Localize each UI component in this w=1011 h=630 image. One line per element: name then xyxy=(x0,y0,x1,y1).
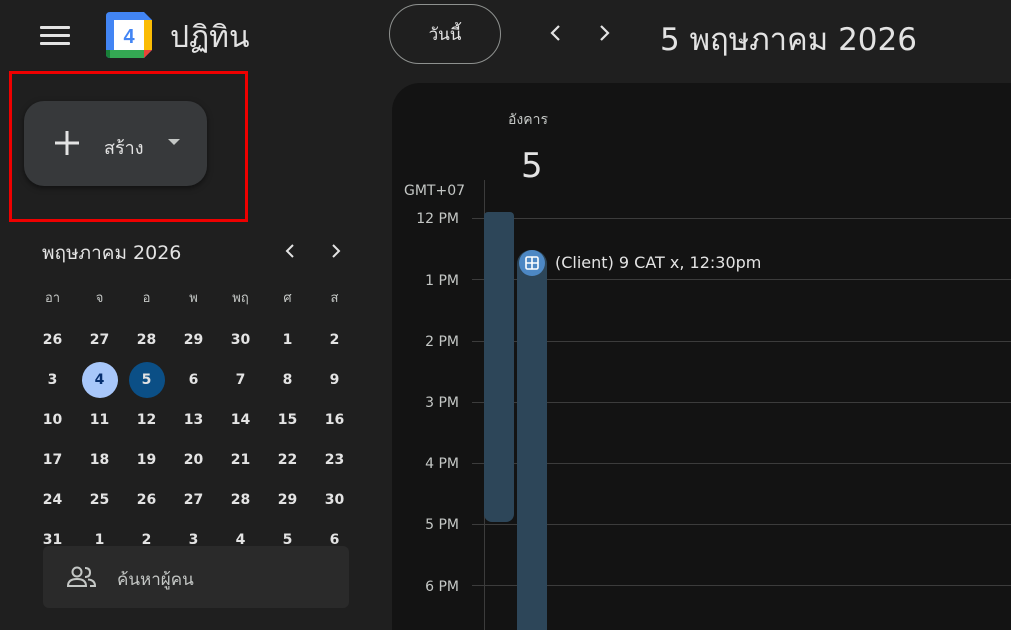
mini-day[interactable]: 26 xyxy=(35,322,71,358)
chevron-left-icon xyxy=(285,244,294,258)
hour-line xyxy=(472,463,1011,464)
mini-week-row: 26 27 28 29 30 1 2 xyxy=(29,320,359,360)
hour-line xyxy=(472,402,1011,403)
mini-day[interactable]: 17 xyxy=(35,442,71,478)
day-of-week-label: อังคาร xyxy=(508,112,548,128)
hour-line xyxy=(472,218,1011,219)
create-button[interactable]: สร้าง xyxy=(24,101,207,186)
mini-day[interactable]: 23 xyxy=(317,442,353,478)
mini-day-selected[interactable]: 4 xyxy=(81,362,118,398)
weekday-label: อา xyxy=(44,290,61,306)
mini-day[interactable]: 25 xyxy=(82,482,118,518)
hour-line xyxy=(472,341,1011,342)
current-date-title: 5 พฤษภาคม 2026 xyxy=(660,22,917,58)
mini-day[interactable]: 20 xyxy=(176,442,212,478)
prev-day-button[interactable] xyxy=(541,18,571,48)
grid-icon xyxy=(525,256,539,270)
caret-down-icon xyxy=(168,139,180,145)
weekday-header: อา จ อ พ พฤ ศ ส xyxy=(29,284,359,310)
mini-day[interactable]: 27 xyxy=(176,482,212,518)
today-button[interactable]: วันนี้ xyxy=(389,4,501,64)
mini-day[interactable]: 12 xyxy=(129,402,165,438)
mini-day[interactable]: 10 xyxy=(35,402,71,438)
logo-date: 4 xyxy=(123,26,135,48)
event-block[interactable] xyxy=(484,212,514,522)
main-menu-button[interactable] xyxy=(40,26,70,45)
time-label: 12 PM xyxy=(416,211,459,227)
mini-day[interactable]: 27 xyxy=(82,322,118,358)
event-block[interactable] xyxy=(517,250,547,630)
weekday-label: ส xyxy=(330,290,339,306)
chevron-right-icon xyxy=(600,25,610,41)
mini-week-row: 3 4 5 6 7 8 9 xyxy=(29,360,359,400)
time-label: 1 PM xyxy=(425,273,459,289)
timezone-label: GMT+07 xyxy=(404,183,466,199)
mini-day[interactable]: 29 xyxy=(270,482,306,518)
mini-day[interactable]: 9 xyxy=(317,362,353,398)
weekday-label: จ xyxy=(95,290,104,306)
weekday-label: ศ xyxy=(283,290,292,306)
weekday-label: อ xyxy=(142,290,151,306)
mini-day[interactable]: 7 xyxy=(223,362,259,398)
hour-line xyxy=(472,279,1011,280)
mini-day[interactable]: 8 xyxy=(270,362,306,398)
search-people-field[interactable]: ค้นหาผู้คน xyxy=(43,546,349,608)
time-label: 3 PM xyxy=(425,395,459,411)
weekday-label: พ xyxy=(189,290,198,306)
create-label: สร้าง xyxy=(104,138,144,159)
mini-day[interactable]: 13 xyxy=(176,402,212,438)
mini-day[interactable]: 14 xyxy=(223,402,259,438)
mini-day[interactable]: 16 xyxy=(317,402,353,438)
mini-calendar-grid: อา จ อ พ พฤ ศ ส 26 27 28 29 30 1 2 3 4 5… xyxy=(29,284,359,560)
time-label: 2 PM xyxy=(425,334,459,350)
search-people-placeholder: ค้นหาผู้คน xyxy=(117,570,194,590)
mini-day[interactable]: 24 xyxy=(35,482,71,518)
plus-icon xyxy=(55,131,79,155)
mini-week-row: 24 25 26 27 28 29 30 xyxy=(29,480,359,520)
day-number[interactable]: 5 xyxy=(521,146,543,186)
calendar-app: 4 ปฏิทิน วันนี้ 5 พฤษภาคม 2026 สร้าง พฤษ… xyxy=(0,0,1011,630)
mini-week-row: 10 11 12 13 14 15 16 xyxy=(29,400,359,440)
chevron-right-icon xyxy=(332,244,341,258)
time-label: 6 PM xyxy=(425,579,459,595)
mini-day[interactable]: 21 xyxy=(223,442,259,478)
mini-day[interactable]: 2 xyxy=(317,322,353,358)
hour-line xyxy=(472,585,1011,586)
mini-day[interactable]: 3 xyxy=(35,362,71,398)
mini-day[interactable]: 28 xyxy=(129,322,165,358)
mini-day[interactable]: 26 xyxy=(129,482,165,518)
app-title: ปฏิทิน xyxy=(170,20,250,55)
mini-day[interactable]: 28 xyxy=(223,482,259,518)
people-icon xyxy=(67,566,97,587)
mini-day[interactable]: 18 xyxy=(82,442,118,478)
mini-day[interactable]: 19 xyxy=(129,442,165,478)
calendar-logo-icon: 4 xyxy=(106,12,152,58)
chevron-left-icon xyxy=(550,25,560,41)
time-label: 4 PM xyxy=(425,456,459,472)
mini-calendar-title: พฤษภาคม 2026 xyxy=(42,242,182,264)
mini-day[interactable]: 22 xyxy=(270,442,306,478)
event-icon xyxy=(519,250,545,276)
mini-day[interactable]: 30 xyxy=(223,322,259,358)
weekday-label: พฤ xyxy=(232,290,249,306)
mini-day[interactable]: 29 xyxy=(176,322,212,358)
mini-week-row: 17 18 19 20 21 22 23 xyxy=(29,440,359,480)
mini-day[interactable]: 15 xyxy=(270,402,306,438)
event-title[interactable]: (Client) 9 CAT x, 12:30pm xyxy=(555,253,761,272)
mini-day[interactable]: 6 xyxy=(176,362,212,398)
hour-line xyxy=(472,524,1011,525)
mini-day[interactable]: 1 xyxy=(270,322,306,358)
mini-prev-month-button[interactable] xyxy=(277,238,303,264)
mini-day[interactable]: 30 xyxy=(317,482,353,518)
mini-next-month-button[interactable] xyxy=(323,238,349,264)
time-label: 5 PM xyxy=(425,517,459,533)
next-day-button[interactable] xyxy=(589,18,619,48)
mini-day[interactable]: 11 xyxy=(82,402,118,438)
mini-day-today[interactable]: 5 xyxy=(128,362,165,398)
